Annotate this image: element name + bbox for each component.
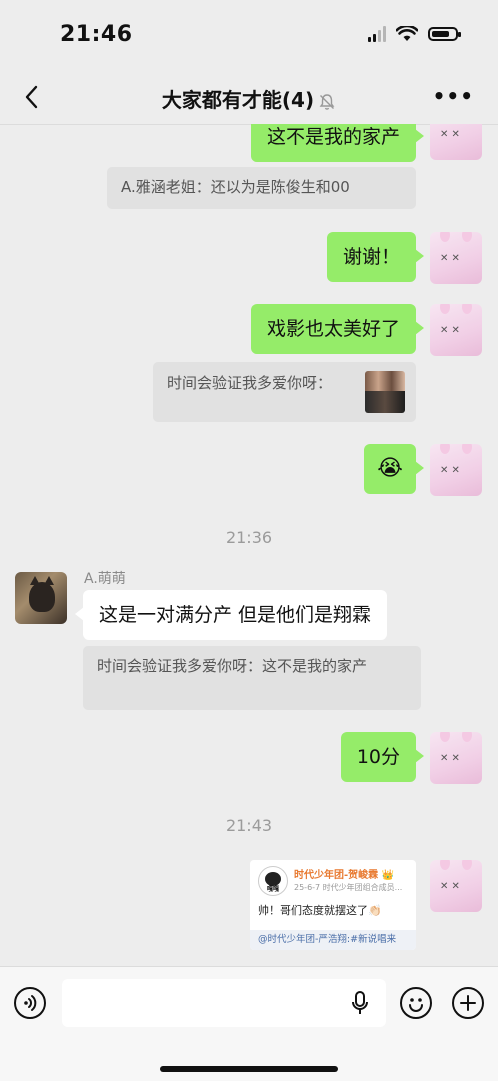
message-text: 谢谢！ xyxy=(342,246,400,268)
more-options-icon[interactable]: ••• xyxy=(433,84,474,108)
post-text: 帅！哥们态度就摆这了👏🏻 xyxy=(258,904,382,917)
my-avatar[interactable]: ✕ ✕ xyxy=(430,860,482,912)
message-text: 这不是我的家产 xyxy=(266,126,400,148)
message-bubble-mine[interactable]: 😭 xyxy=(364,444,424,494)
message-input[interactable] xyxy=(62,979,386,1027)
signal-icon xyxy=(368,26,386,42)
quoted-reply[interactable]: A.雅涵老姐：还以为是陈俊生和00 xyxy=(107,167,416,209)
status-bar: 21:46 xyxy=(0,0,498,70)
message-bubble-mine[interactable]: 10分 xyxy=(340,732,425,782)
voice-icon xyxy=(24,995,37,1011)
shared-post-card[interactable]: 嘎嘎 时代少年团-贺峻霖 👑 25-6-7 时代少年团组合成员... 帅！哥们态… xyxy=(250,860,416,950)
member-avatar[interactable] xyxy=(15,572,67,624)
my-avatar[interactable]: ✕ ✕ xyxy=(430,444,482,496)
chat-title: 大家都有才能(4) xyxy=(0,84,498,113)
crying-emoji: 😭 xyxy=(377,456,403,481)
post-mention-link[interactable]: @时代少年团-严浩翔:#新说唱来 xyxy=(250,930,416,950)
plus-icon xyxy=(460,995,476,1011)
my-avatar[interactable]: ✕ ✕ xyxy=(430,124,482,160)
quoted-text: 时间会验证我多爱你呀： xyxy=(167,374,333,392)
home-indicator[interactable] xyxy=(160,1066,338,1072)
message-input-bar xyxy=(0,966,498,1081)
message-text: 这是一对满分产 但是他们是翔霖 xyxy=(99,604,372,626)
quoted-reply[interactable]: 时间会验证我多爱你呀： xyxy=(153,362,416,422)
more-functions-button[interactable] xyxy=(452,987,484,1019)
my-avatar[interactable]: ✕ ✕ xyxy=(430,304,482,356)
message-bubble-mine[interactable]: 谢谢！ xyxy=(326,232,425,282)
sender-name: A.萌萌 xyxy=(84,571,126,587)
post-meta: 25-6-7 时代少年团组合成员... xyxy=(294,883,403,892)
mute-bell-icon xyxy=(319,93,335,110)
wifi-icon xyxy=(396,26,418,41)
message-bubble-mine[interactable]: 这不是我的家产 xyxy=(250,124,425,162)
quoted-image-thumbnail[interactable] xyxy=(365,371,405,413)
status-icons xyxy=(368,26,461,42)
message-bubble-other[interactable]: 这是一对满分产 但是他们是翔霖 xyxy=(74,590,388,640)
message-text: 10分 xyxy=(356,746,400,768)
battery-icon xyxy=(428,27,461,41)
quoted-reply[interactable]: 时间会验证我多爱你呀：这不是我的家产 xyxy=(83,646,421,710)
message-timestamp: 21:36 xyxy=(225,528,273,547)
quoted-text: A.雅涵老姐：还以为是陈俊生和00 xyxy=(121,178,350,196)
emoji-icon xyxy=(409,998,423,1012)
message-text: 戏影也太美好了 xyxy=(266,318,400,340)
voice-input-button[interactable] xyxy=(14,987,46,1019)
chat-header: 大家都有才能(4) ••• xyxy=(0,70,498,125)
message-bubble-mine[interactable]: 戏影也太美好了 xyxy=(250,304,425,354)
post-author-name: 时代少年团-贺峻霖 👑 xyxy=(294,870,395,881)
emoji-button[interactable] xyxy=(400,987,432,1019)
post-author-avatar: 嘎嘎 xyxy=(258,866,288,896)
my-avatar[interactable]: ✕ ✕ xyxy=(430,732,482,784)
message-timestamp: 21:43 xyxy=(225,816,273,835)
microphone-icon[interactable] xyxy=(350,990,370,1016)
status-time: 21:46 xyxy=(60,22,133,47)
chat-messages: 这不是我的家产 ✕ ✕ A.雅涵老姐：还以为是陈俊生和00 谢谢！ ✕ ✕ 戏影… xyxy=(0,124,498,966)
my-avatar[interactable]: ✕ ✕ xyxy=(430,232,482,284)
quoted-text: 时间会验证我多爱你呀：这不是我的家产 xyxy=(97,657,368,675)
chat-title-text: 大家都有才能(4) xyxy=(161,88,315,112)
